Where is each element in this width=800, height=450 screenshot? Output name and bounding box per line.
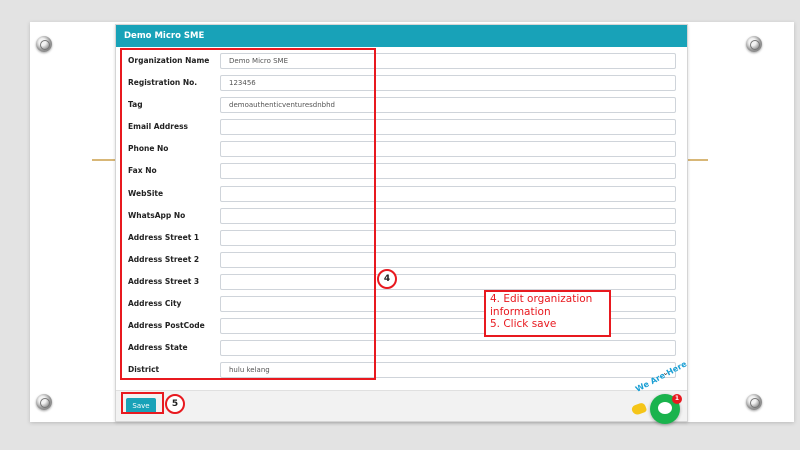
card-header: Demo Micro SME [116,25,687,47]
note-line-1: 4. Edit organization [490,293,593,305]
pin-icon-top-right [746,36,762,52]
instruction-note: 4. Edit organization information 5. Clic… [484,290,611,337]
pin-icon-top-left [36,36,52,52]
note-line-2: information [490,305,551,318]
decorative-line-left [92,159,116,161]
step-5-marker: 5 [165,394,185,414]
pin-icon-bottom-left [36,394,52,410]
card-footer: Save [116,390,687,421]
waving-hand-icon [630,401,648,417]
step-4-marker: 4 [377,269,397,289]
chat-widget[interactable]: We Are Here 1 [630,359,692,424]
chat-notification-badge: 1 [672,394,682,404]
card-title: Demo Micro SME [124,31,205,41]
decorative-line-right [686,159,708,161]
pin-icon-bottom-right [746,394,762,410]
highlight-form-fields [120,48,376,380]
highlight-save-button [121,392,164,414]
note-line-3: 5. Click save [490,318,557,330]
